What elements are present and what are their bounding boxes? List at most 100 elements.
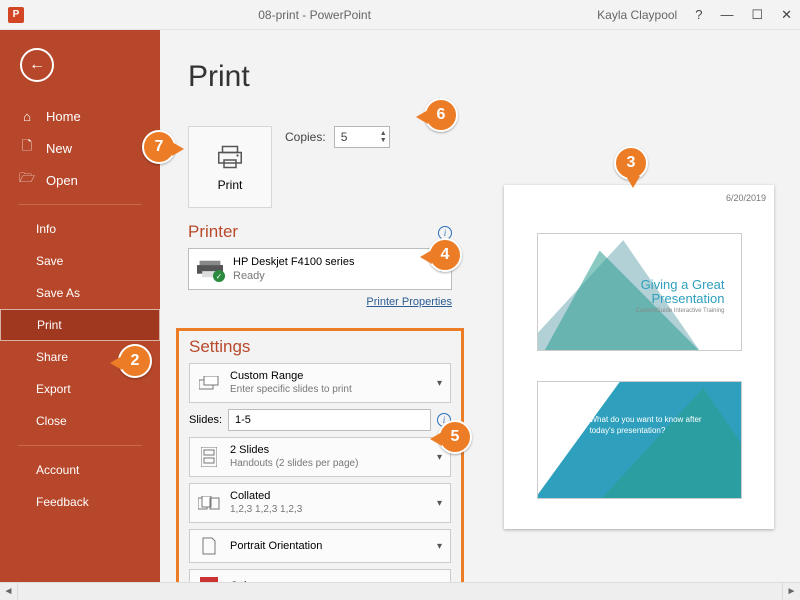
settings-section: Settings Custom Range Enter specific sli… (176, 328, 464, 582)
callout-4: 4 (428, 238, 462, 272)
scroll-right-button[interactable]: ► (782, 583, 800, 600)
slides-range-icon (198, 376, 220, 390)
nav-saveas[interactable]: Save As (0, 277, 160, 309)
range-title: Custom Range (230, 370, 427, 383)
nav-export-label: Export (36, 382, 71, 396)
back-button[interactable]: ← (20, 48, 54, 82)
page-title: Print (188, 60, 772, 94)
orientation-dropdown[interactable]: Portrait Orientation ▾ (189, 529, 451, 563)
nav-separator (18, 204, 142, 205)
printer-icon (215, 142, 245, 172)
spinner-down-icon[interactable]: ▼ (380, 137, 387, 144)
callout-7: 7 (142, 130, 176, 164)
callout-5: 5 (438, 420, 472, 454)
nav-close[interactable]: Close (0, 405, 160, 437)
horizontal-scrollbar[interactable]: ◄ ► (0, 582, 800, 600)
slide1-title-l2: Presentation (635, 292, 724, 306)
close-button[interactable]: ✕ (781, 8, 792, 21)
copies-input[interactable]: 5 ▲ ▼ (334, 126, 390, 148)
nav-open[interactable]: 🗁 Open (0, 164, 160, 196)
print-preview: 6/20/2019 Giving a Great Presentation Cu… (496, 185, 782, 529)
printer-dropdown[interactable]: ✓ HP Deskjet F4100 series Ready ▾ (188, 248, 452, 290)
chevron-down-icon: ▾ (437, 378, 442, 389)
minimize-button[interactable]: — (720, 8, 733, 21)
nav-separator-2 (18, 445, 142, 446)
chevron-down-icon: ▾ (437, 498, 442, 509)
spinner-up-icon[interactable]: ▲ (380, 130, 387, 137)
printer-section: Printer i ✓ HP Deskjet F4100 series Read… (188, 222, 452, 308)
copies-value: 5 (341, 130, 348, 144)
nav-new-label: New (46, 141, 72, 156)
maximize-button[interactable]: ☐ (751, 8, 763, 21)
user-name: Kayla Claypool (597, 8, 677, 22)
slides-value: 1-5 (235, 414, 251, 426)
nav-home[interactable]: ⌂ Home (0, 100, 160, 132)
portrait-icon (198, 537, 220, 555)
layout-sub: Handouts (2 slides per page) (230, 457, 427, 470)
open-icon: 🗁 (20, 169, 34, 191)
callout-3: 3 (614, 146, 648, 180)
preview-slide-1: Giving a Great Presentation CustomGuide … (537, 233, 742, 351)
nav-share-label: Share (36, 350, 68, 364)
slide2-text: What do you want to know after today's p… (590, 414, 729, 436)
copies-label: Copies: (285, 130, 326, 144)
nav-open-label: Open (46, 173, 78, 188)
nav-info[interactable]: Info (0, 213, 160, 245)
nav-save-label: Save (36, 254, 63, 268)
orientation-title: Portrait Orientation (230, 540, 427, 553)
two-slides-icon (198, 447, 220, 467)
slide1-subtitle: CustomGuide Interactive Training (635, 308, 724, 314)
chevron-down-icon: ▾ (437, 452, 442, 463)
nav-account[interactable]: Account (0, 454, 160, 486)
scroll-left-button[interactable]: ◄ (0, 583, 18, 600)
collate-sub: 1,2,3 1,2,3 1,2,3 (230, 503, 427, 516)
backstage-sidebar: ← ⌂ Home 🗋 New 🗁 Open Info Save Save As … (0, 30, 160, 582)
callout-6: 6 (424, 98, 458, 132)
layout-title: 2 Slides (230, 444, 427, 457)
nav-saveas-label: Save As (36, 286, 80, 300)
slides-label: Slides: (189, 414, 222, 426)
nav-print-label: Print (37, 318, 62, 332)
collated-icon (198, 496, 220, 510)
collate-dropdown[interactable]: Collated 1,2,3 1,2,3 1,2,3 ▾ (189, 483, 451, 523)
nav-save[interactable]: Save (0, 245, 160, 277)
nav-info-label: Info (36, 222, 56, 236)
callout-2: 2 (118, 344, 152, 378)
doc-title: 08-print - PowerPoint (32, 8, 597, 22)
check-icon: ✓ (213, 270, 225, 282)
nav-home-label: Home (46, 109, 81, 124)
help-button[interactable]: ? (695, 8, 702, 21)
back-arrow-icon: ← (29, 56, 45, 74)
print-button-label: Print (218, 178, 243, 192)
titlebar: P 08-print - PowerPoint Kayla Claypool ?… (0, 0, 800, 30)
range-sub: Enter specific slides to print (230, 383, 427, 396)
nav-new[interactable]: 🗋 New (0, 132, 160, 164)
printer-status: Ready (233, 269, 428, 283)
new-icon: 🗋 (20, 137, 34, 159)
slides-input[interactable]: 1-5 (228, 409, 431, 431)
print-range-dropdown[interactable]: Custom Range Enter specific slides to pr… (189, 363, 451, 403)
printer-properties-link[interactable]: Printer Properties (188, 296, 452, 308)
home-icon: ⌂ (20, 109, 34, 124)
preview-date: 6/20/2019 (512, 193, 766, 203)
copies-spinner[interactable]: ▲ ▼ (380, 130, 387, 144)
nav-feedback-label: Feedback (36, 495, 89, 509)
chevron-down-icon: ▾ (437, 541, 442, 552)
copies-row: Copies: 5 ▲ ▼ (285, 126, 390, 148)
app-icon: P (8, 7, 24, 23)
print-button[interactable]: Print (188, 126, 272, 208)
nav-feedback[interactable]: Feedback (0, 486, 160, 518)
layout-dropdown[interactable]: 2 Slides Handouts (2 slides per page) ▾ (189, 437, 451, 477)
nav-print[interactable]: Print (0, 309, 160, 341)
settings-section-label: Settings (189, 337, 451, 357)
nav-close-label: Close (36, 414, 67, 428)
preview-slide-2: What do you want to know after today's p… (537, 381, 742, 499)
slide1-title-l1: Giving a Great (635, 278, 724, 292)
printer-name: HP Deskjet F4100 series (233, 255, 428, 269)
main-content: Print Print Copies: 5 ▲ ▼ Printer i ✓ (160, 30, 800, 582)
printer-section-label: Printer (188, 222, 452, 242)
nav-account-label: Account (36, 463, 79, 477)
printer-status-icon: ✓ (197, 259, 223, 279)
color-dropdown[interactable]: Color ▾ (189, 569, 451, 582)
preview-page[interactable]: 6/20/2019 Giving a Great Presentation Cu… (504, 185, 774, 529)
